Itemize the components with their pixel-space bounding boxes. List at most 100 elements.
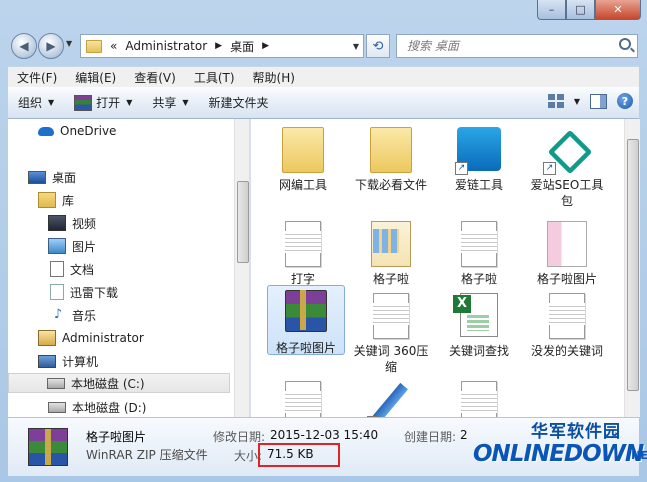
address-dropdown-icon[interactable]: ▼ bbox=[353, 42, 359, 51]
menu-file[interactable]: 文件(F) bbox=[8, 69, 66, 86]
breadcrumb-administrator[interactable]: Administrator bbox=[125, 39, 207, 53]
nav-item-thunder-downloads[interactable]: 迅雷下载 bbox=[50, 282, 118, 302]
navigation-scrollbar[interactable] bbox=[234, 119, 250, 417]
documents-icon bbox=[50, 261, 64, 277]
nav-item-pictures[interactable]: 图片 bbox=[48, 236, 96, 256]
change-view-icon[interactable] bbox=[547, 94, 564, 108]
navigation-pane: OneDrive 桌面 库 视频 图片 文档 迅雷下载 ♪ 音乐 Administ… bbox=[8, 119, 234, 417]
open-button[interactable]: 打开 ▼ bbox=[64, 87, 142, 118]
menu-tools[interactable]: 工具(T) bbox=[185, 69, 244, 86]
user-folder-icon bbox=[38, 330, 56, 346]
watermark-suffix: .NET bbox=[627, 449, 647, 462]
music-icon: ♪ bbox=[53, 307, 63, 322]
size-highlight-box bbox=[258, 443, 340, 467]
chevron-right-icon[interactable]: ▶ bbox=[262, 41, 269, 51]
search-input[interactable] bbox=[405, 38, 609, 54]
file-item[interactable]: 格子啦图片 bbox=[529, 217, 605, 287]
file-name: 关键词查找 bbox=[448, 344, 509, 358]
folder-icon bbox=[282, 127, 324, 173]
file-item[interactable]: 格子啦 bbox=[353, 217, 429, 287]
back-button[interactable]: ◀ bbox=[11, 33, 37, 59]
menu-edit[interactable]: 编辑(E) bbox=[66, 69, 125, 86]
nav-item-local-disk-c[interactable]: 本地磁盘 (C:) bbox=[8, 373, 230, 393]
nav-item-library[interactable]: 库 bbox=[38, 190, 74, 210]
nav-item-computer[interactable]: 计算机 bbox=[38, 351, 98, 371]
open-label: 打开 bbox=[96, 96, 121, 110]
file-item[interactable]: 下载必看文件 bbox=[353, 123, 429, 193]
address-bar[interactable]: « Administrator ▶ 桌面 ▶ ▼ bbox=[80, 34, 364, 58]
file-item[interactable]: ↗ 爱链工具 bbox=[441, 123, 517, 193]
nav-item-music[interactable]: ♪ 音乐 bbox=[50, 305, 96, 325]
nav-label: 桌面 bbox=[52, 170, 77, 185]
forward-arrow-icon: ▶ bbox=[46, 39, 56, 53]
file-list-scrollbar[interactable] bbox=[624, 119, 640, 417]
image-folder-icon bbox=[371, 221, 411, 267]
nav-item-onedrive[interactable]: OneDrive bbox=[38, 121, 116, 141]
recent-pages-dropdown[interactable]: ▼ bbox=[66, 39, 72, 48]
search-icon[interactable] bbox=[619, 38, 631, 50]
menu-help[interactable]: 帮助(H) bbox=[244, 69, 304, 86]
nav-item-videos[interactable]: 视频 bbox=[48, 213, 96, 233]
chevron-right-icon[interactable]: ▶ bbox=[215, 41, 222, 51]
new-folder-button[interactable]: 新建文件夹 bbox=[199, 87, 279, 118]
onedrive-icon bbox=[38, 126, 54, 136]
disk-icon bbox=[47, 377, 65, 389]
nav-item-local-disk-d[interactable]: 本地磁盘 (D:) bbox=[48, 397, 146, 417]
menu-view[interactable]: 查看(V) bbox=[125, 69, 185, 86]
file-item[interactable]: 格子啦 bbox=[441, 217, 517, 287]
nav-item-desktop[interactable]: 桌面 bbox=[28, 167, 76, 187]
pencil-icon bbox=[369, 381, 413, 417]
file-item[interactable]: 打字 bbox=[265, 217, 341, 287]
nav-item-documents[interactable]: 文档 bbox=[50, 259, 94, 279]
details-file-type: WinRAR ZIP 压缩文件 bbox=[86, 448, 208, 462]
file-item[interactable]: 关键词 360压缩 bbox=[353, 289, 429, 375]
winrar-archive-icon bbox=[28, 428, 68, 466]
breadcrumb-overflow[interactable]: « bbox=[110, 39, 117, 53]
file-item[interactable]: 关键词查找 bbox=[441, 289, 517, 359]
nav-label: 图片 bbox=[72, 239, 97, 254]
file-name: 格子啦图片 bbox=[275, 341, 336, 355]
nav-label: 视频 bbox=[72, 216, 97, 231]
chevron-down-icon: ▼ bbox=[126, 98, 133, 107]
chevron-down-icon: ▼ bbox=[182, 98, 189, 107]
thunder-download-icon bbox=[50, 284, 64, 300]
nav-item-administrator[interactable]: Administrator bbox=[38, 328, 144, 348]
file-name: 格子啦图片 bbox=[536, 272, 597, 286]
forward-button[interactable]: ▶ bbox=[38, 33, 64, 59]
help-icon[interactable]: ? bbox=[617, 93, 633, 109]
file-item[interactable]: 网编工具 bbox=[265, 123, 341, 193]
document-icon bbox=[285, 221, 321, 267]
file-item[interactable]: ↗ 爱站SEO工具包 bbox=[529, 123, 605, 209]
file-item-partial[interactable] bbox=[265, 377, 341, 417]
minimize-button[interactable]: – bbox=[537, 0, 566, 20]
view-dropdown-icon[interactable]: ▼ bbox=[574, 97, 580, 106]
document-icon bbox=[373, 293, 409, 339]
file-list: 网编工具 下载必看文件 ↗ 爱链工具 ↗ 爱站SEO工具包 打字 格子啦 格子啦 bbox=[251, 119, 624, 417]
nav-label: 本地磁盘 (D:) bbox=[72, 400, 147, 415]
folder-icon bbox=[370, 127, 412, 173]
close-button[interactable]: ✕ bbox=[595, 0, 641, 20]
chevron-down-icon: ▼ bbox=[48, 98, 55, 107]
breadcrumb-desktop[interactable]: 桌面 bbox=[230, 38, 254, 55]
explorer-window: – □ ✕ ◀ ▶ ▼ « Administrator ▶ 桌面 ▶ ▼ ⟲ 文… bbox=[0, 0, 647, 482]
document-icon bbox=[549, 293, 585, 339]
back-arrow-icon: ◀ bbox=[19, 39, 29, 53]
nav-label: 计算机 bbox=[62, 354, 99, 369]
organize-button[interactable]: 组织 ▼ bbox=[8, 87, 64, 118]
preview-pane-icon[interactable] bbox=[590, 93, 607, 109]
file-item-partial[interactable]: ↗ bbox=[353, 377, 429, 417]
search-box bbox=[396, 34, 638, 58]
nav-label: 库 bbox=[62, 193, 75, 208]
share-button[interactable]: 共享 ▼ bbox=[142, 87, 198, 118]
scrollbar-thumb[interactable] bbox=[237, 181, 249, 263]
desktop-icon bbox=[28, 170, 46, 184]
file-item[interactable]: 没发的关键词 bbox=[529, 289, 605, 359]
refresh-button[interactable]: ⟲ bbox=[366, 34, 390, 58]
folder-icon bbox=[86, 39, 102, 53]
file-item-selected[interactable]: 格子啦图片 bbox=[267, 285, 345, 355]
maximize-button[interactable]: □ bbox=[566, 0, 595, 20]
created-date-label: 创建日期: bbox=[404, 430, 457, 444]
scrollbar-thumb[interactable] bbox=[627, 139, 639, 391]
file-name: 爱链工具 bbox=[454, 178, 503, 192]
menu-bar: 文件(F) 编辑(E) 查看(V) 工具(T) 帮助(H) bbox=[8, 66, 639, 87]
